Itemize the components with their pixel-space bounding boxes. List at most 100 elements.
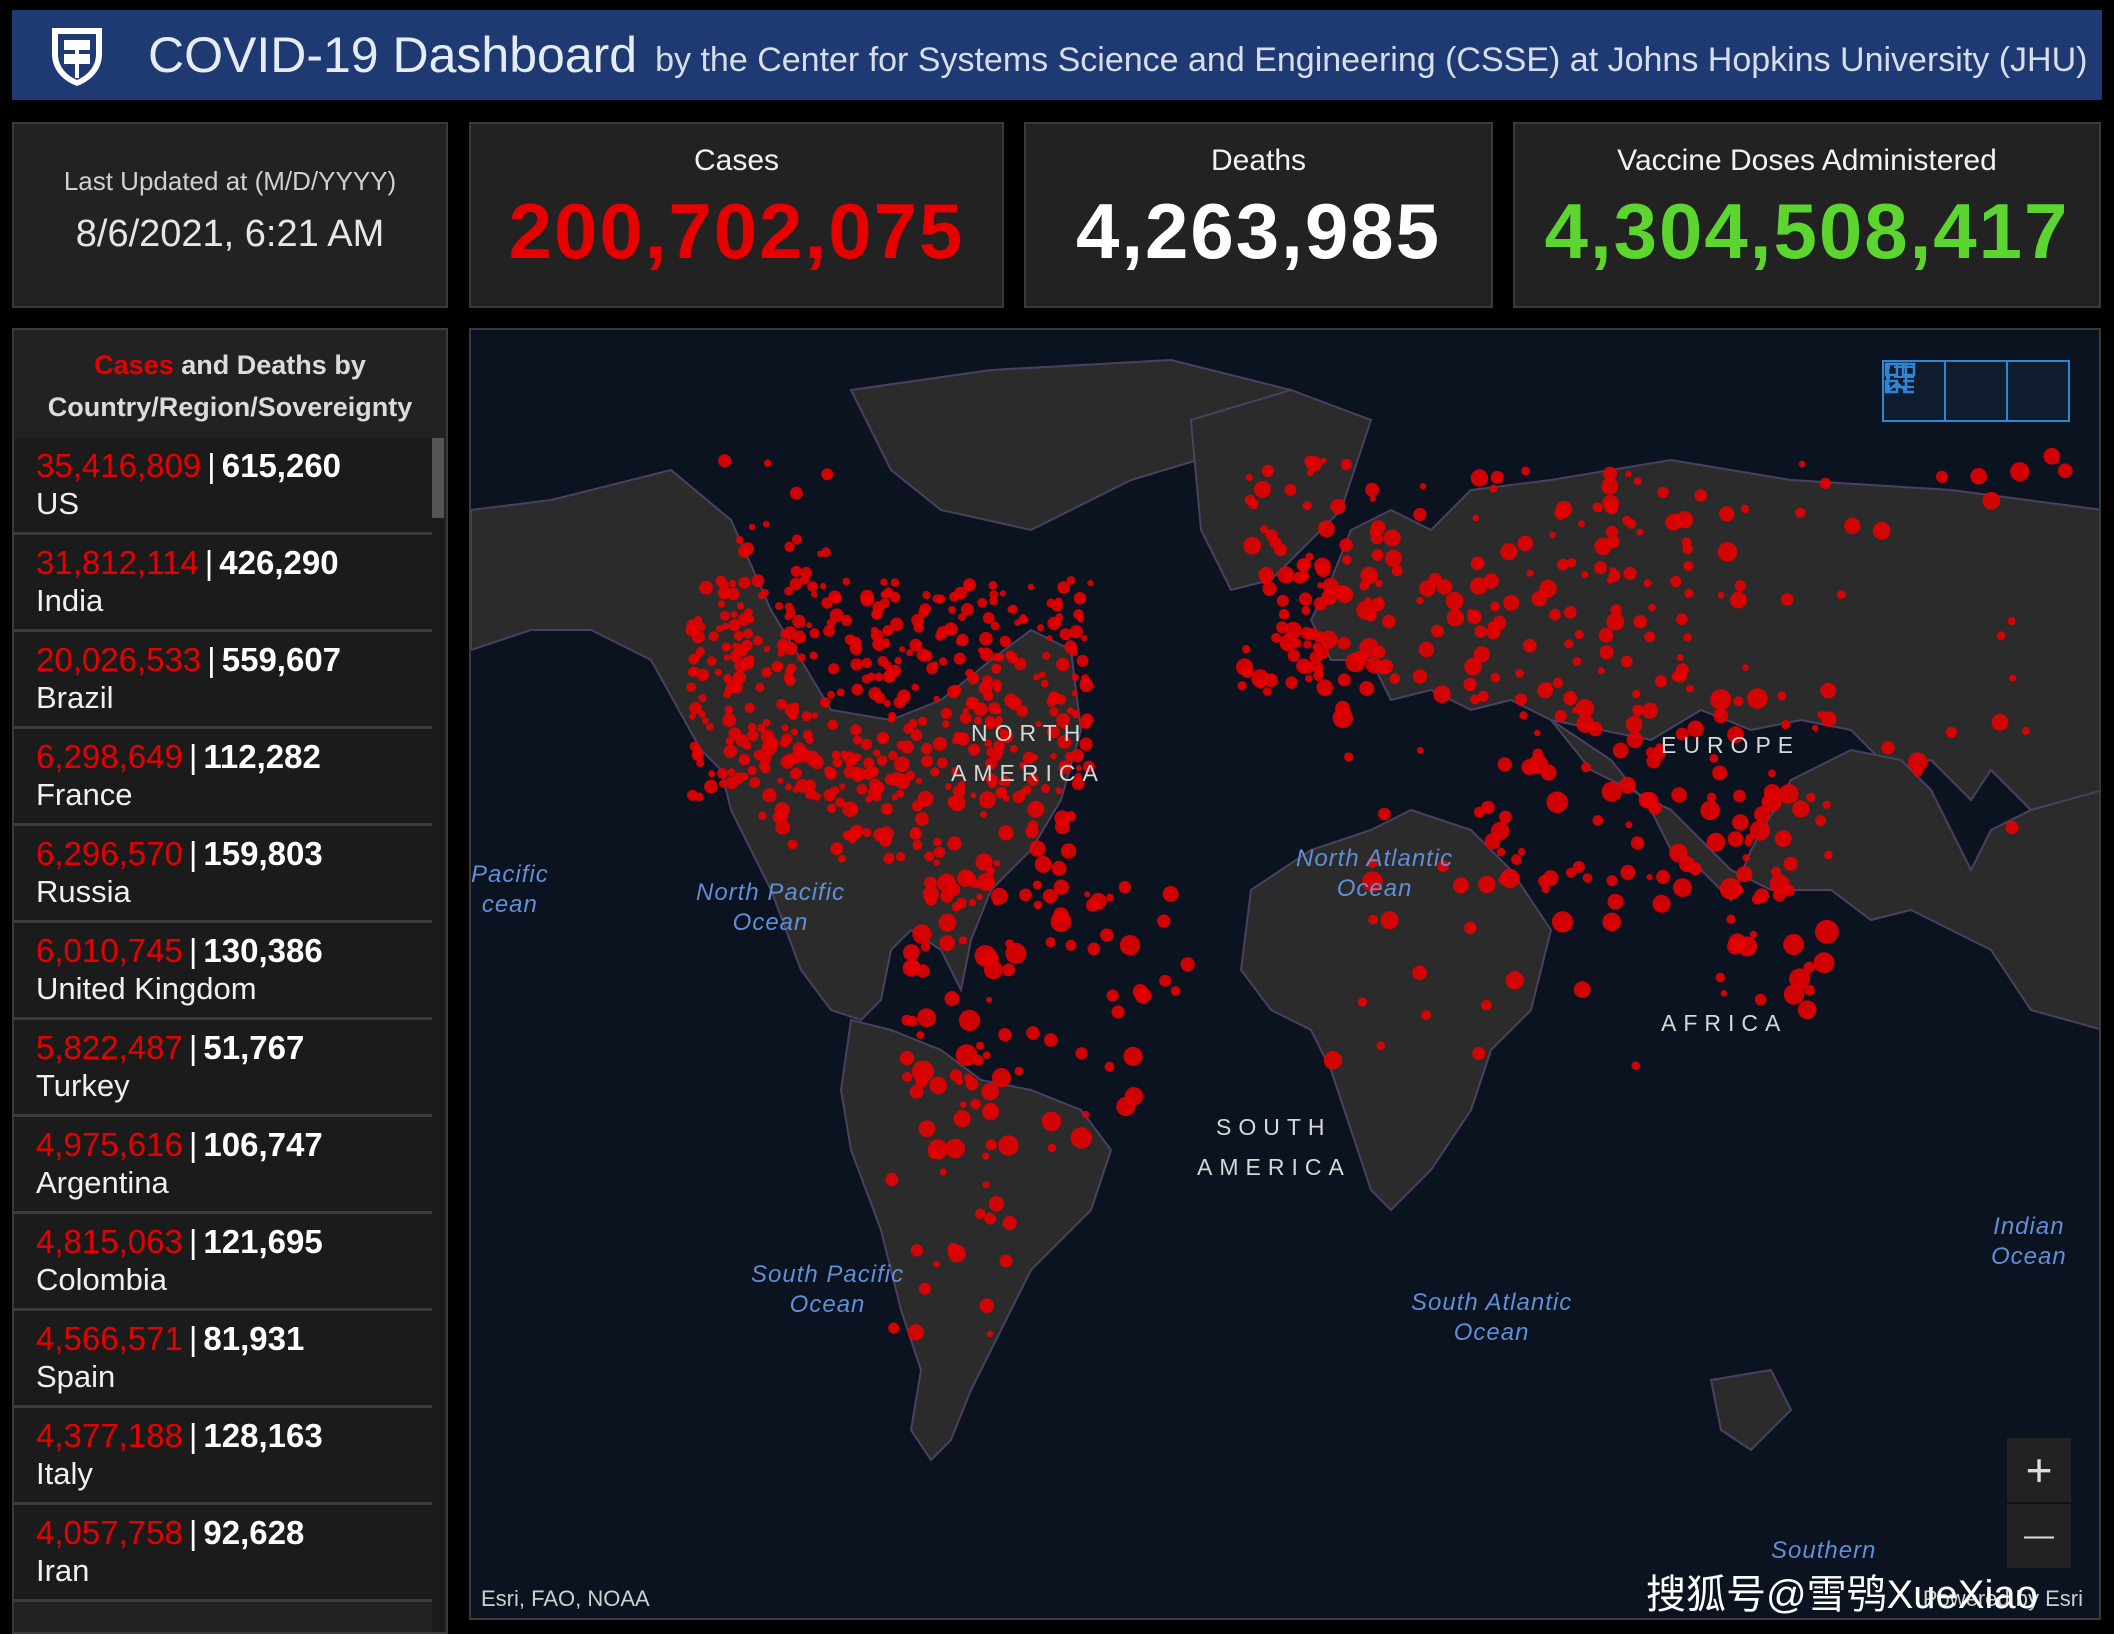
- case-marker[interactable]: [2057, 463, 2073, 479]
- case-marker[interactable]: [1496, 847, 1506, 857]
- case-marker[interactable]: [803, 748, 810, 756]
- case-marker[interactable]: [933, 1260, 940, 1268]
- case-marker[interactable]: [1499, 810, 1512, 824]
- case-marker[interactable]: [1778, 784, 1799, 804]
- case-marker[interactable]: [972, 1054, 984, 1066]
- case-marker[interactable]: [896, 789, 905, 798]
- case-marker[interactable]: [724, 705, 734, 714]
- case-marker[interactable]: [1719, 878, 1742, 900]
- case-marker[interactable]: [996, 747, 1004, 755]
- case-marker[interactable]: [744, 702, 755, 713]
- case-marker[interactable]: [1049, 707, 1059, 717]
- case-marker[interactable]: [1380, 911, 1399, 930]
- case-marker[interactable]: [882, 660, 892, 670]
- case-marker[interactable]: [764, 459, 772, 467]
- case-marker[interactable]: [1298, 592, 1313, 606]
- case-marker[interactable]: [946, 882, 961, 897]
- case-marker[interactable]: [953, 732, 963, 742]
- case-marker[interactable]: [720, 611, 730, 621]
- case-marker[interactable]: [986, 1330, 994, 1337]
- case-marker[interactable]: [1384, 549, 1402, 567]
- case-marker[interactable]: [1749, 930, 1758, 939]
- case-marker[interactable]: [1770, 866, 1781, 877]
- case-marker[interactable]: [728, 727, 742, 740]
- case-marker[interactable]: [715, 575, 727, 587]
- case-marker[interactable]: [1157, 914, 1171, 928]
- case-marker[interactable]: [1572, 707, 1579, 714]
- case-marker[interactable]: [761, 740, 778, 756]
- case-marker[interactable]: [991, 679, 1002, 690]
- case-marker[interactable]: [861, 657, 872, 669]
- case-marker[interactable]: [939, 657, 948, 666]
- case-marker[interactable]: [790, 702, 800, 711]
- case-marker[interactable]: [1071, 690, 1078, 697]
- case-marker[interactable]: [991, 663, 1002, 674]
- case-marker[interactable]: [1612, 742, 1629, 759]
- case-marker[interactable]: [1728, 933, 1747, 952]
- case-marker[interactable]: [1652, 894, 1671, 913]
- case-marker[interactable]: [1243, 536, 1262, 555]
- case-marker[interactable]: [1500, 543, 1518, 561]
- case-marker[interactable]: [1657, 486, 1669, 499]
- case-marker[interactable]: [1555, 501, 1573, 518]
- world-map[interactable]: NORTH AMERICA EUROPE AFRICA SOUTH AMERIC…: [469, 328, 2101, 1620]
- case-marker[interactable]: [1795, 507, 1806, 518]
- case-marker[interactable]: [1378, 659, 1394, 674]
- case-marker[interactable]: [1244, 494, 1256, 506]
- case-marker[interactable]: [821, 547, 831, 558]
- case-marker[interactable]: [1276, 594, 1289, 607]
- case-marker[interactable]: [786, 607, 796, 618]
- case-marker[interactable]: [831, 750, 841, 760]
- case-marker[interactable]: [844, 634, 856, 645]
- case-marker[interactable]: [1991, 714, 2009, 731]
- case-marker[interactable]: [873, 828, 888, 842]
- case-marker[interactable]: [890, 578, 900, 587]
- case-marker[interactable]: [1050, 752, 1057, 760]
- case-marker[interactable]: [929, 1076, 947, 1095]
- case-marker[interactable]: [777, 662, 784, 669]
- case-marker[interactable]: [1824, 850, 1833, 860]
- case-marker[interactable]: [925, 893, 937, 906]
- case-marker[interactable]: [916, 648, 930, 662]
- case-marker[interactable]: [1503, 594, 1520, 611]
- case-marker[interactable]: [695, 792, 704, 802]
- case-marker[interactable]: [1296, 658, 1312, 674]
- case-marker[interactable]: [947, 1242, 960, 1255]
- case-marker[interactable]: [1357, 997, 1368, 1007]
- case-marker[interactable]: [932, 736, 947, 751]
- case-marker[interactable]: [920, 942, 931, 952]
- case-marker[interactable]: [1549, 531, 1556, 539]
- case-marker[interactable]: [1042, 651, 1051, 660]
- case-marker[interactable]: [876, 755, 888, 766]
- case-marker[interactable]: [1473, 646, 1490, 663]
- case-marker[interactable]: [1342, 555, 1352, 565]
- case-marker[interactable]: [977, 597, 987, 608]
- case-marker[interactable]: [722, 713, 737, 727]
- case-marker[interactable]: [1301, 605, 1311, 615]
- case-marker[interactable]: [1070, 1127, 1092, 1149]
- case-marker[interactable]: [947, 685, 961, 699]
- case-marker[interactable]: [747, 722, 757, 732]
- case-marker[interactable]: [819, 697, 831, 708]
- case-marker[interactable]: [1014, 1066, 1024, 1076]
- case-marker[interactable]: [751, 574, 765, 588]
- case-marker[interactable]: [1643, 579, 1652, 588]
- case-marker[interactable]: [1069, 625, 1083, 639]
- case-marker[interactable]: [785, 667, 794, 677]
- case-marker[interactable]: [1180, 957, 1195, 972]
- case-marker[interactable]: [1472, 514, 1479, 522]
- case-marker[interactable]: [921, 742, 933, 755]
- case-marker[interactable]: [723, 744, 738, 759]
- case-marker[interactable]: [828, 663, 840, 675]
- case-marker[interactable]: [1526, 569, 1534, 577]
- case-marker[interactable]: [781, 733, 793, 745]
- case-marker[interactable]: [1340, 459, 1352, 471]
- case-marker[interactable]: [1368, 914, 1378, 925]
- case-marker[interactable]: [1373, 645, 1386, 659]
- case-marker[interactable]: [696, 668, 710, 682]
- case-marker[interactable]: [1033, 673, 1040, 681]
- case-marker[interactable]: [947, 836, 962, 851]
- case-marker[interactable]: [1912, 766, 1923, 777]
- case-marker[interactable]: [933, 846, 946, 858]
- case-marker[interactable]: [827, 803, 837, 813]
